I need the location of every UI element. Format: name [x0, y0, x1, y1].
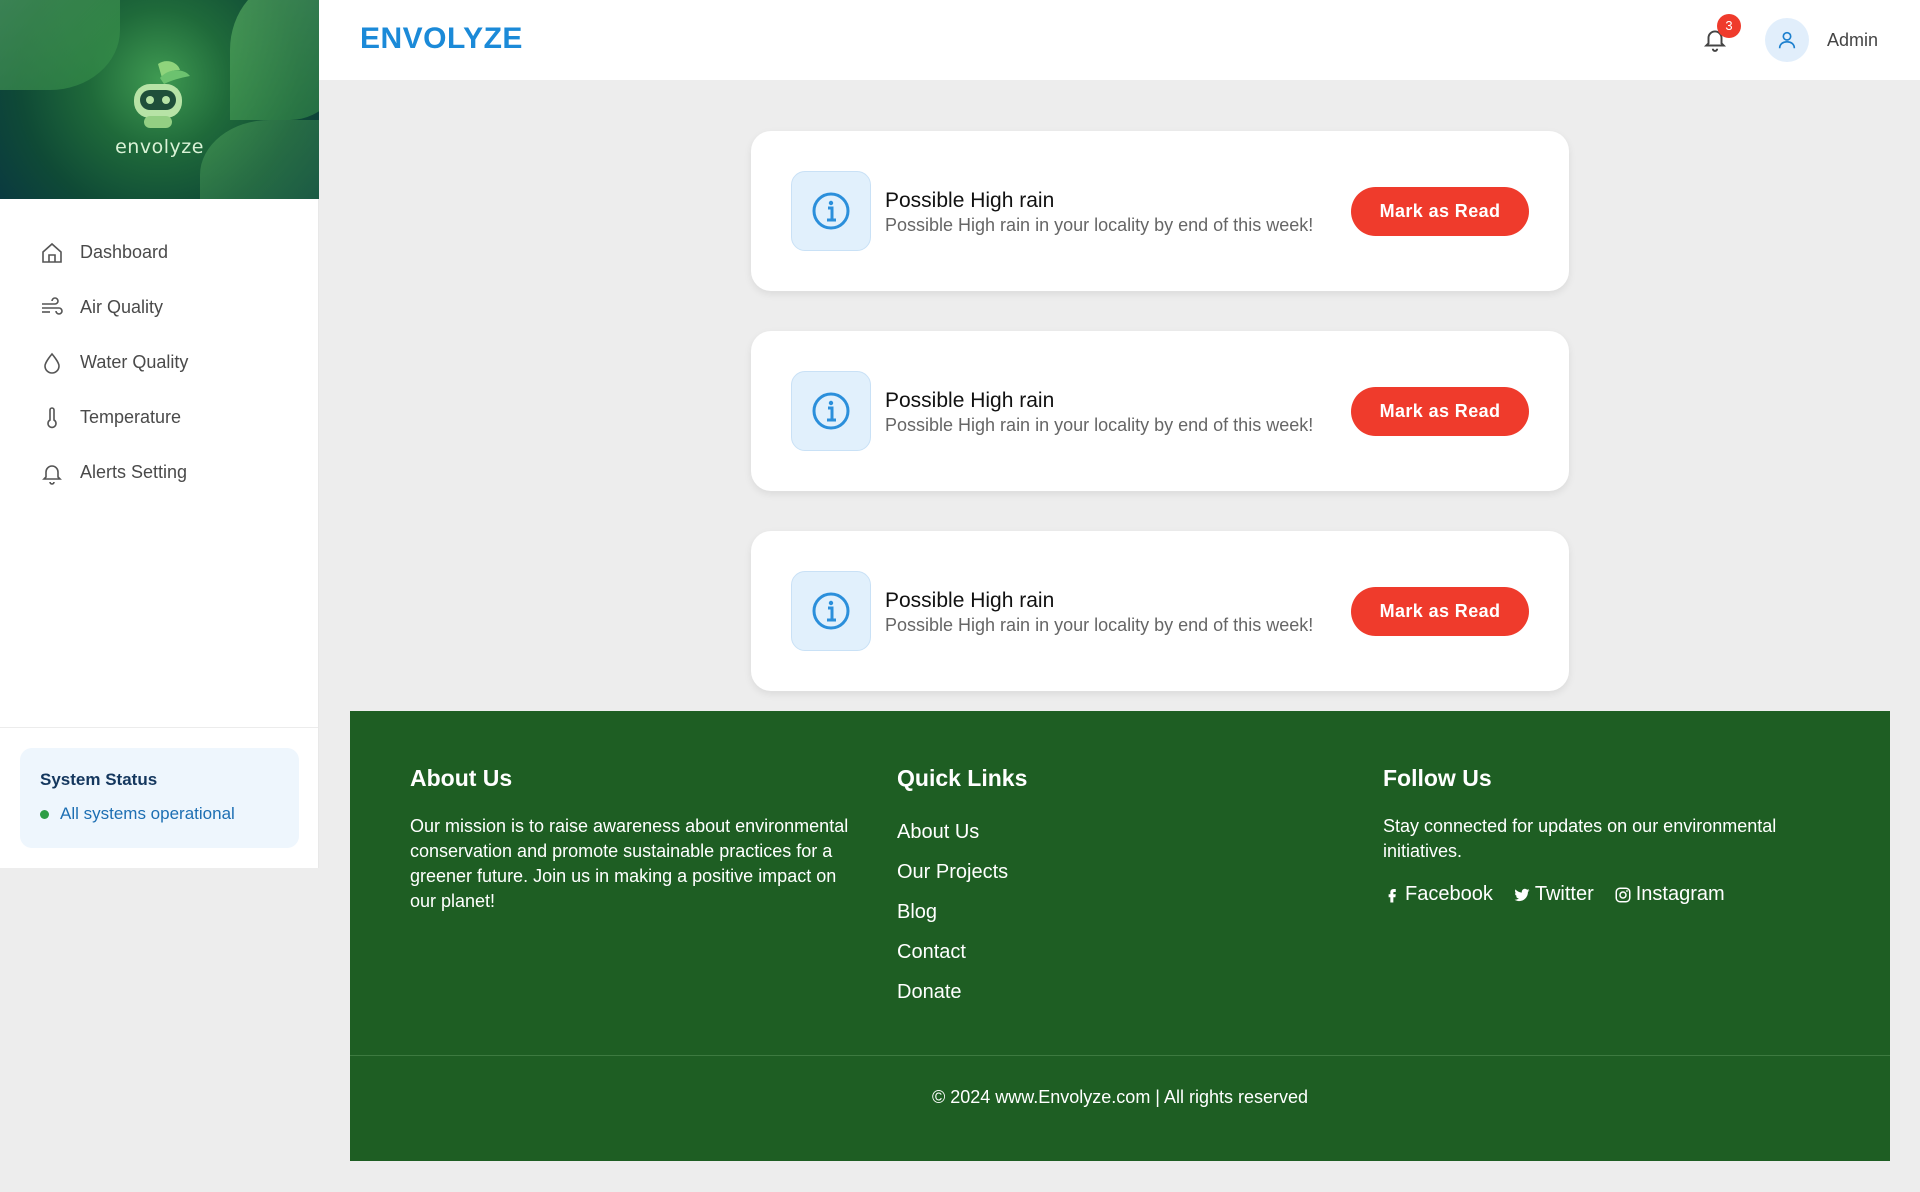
alert-card: Possible High rain Possible High rain in… — [751, 531, 1569, 691]
brand-title[interactable]: ENVOLYZE — [360, 22, 523, 56]
sidebar-item-alerts-setting[interactable]: Alerts Setting — [0, 445, 318, 500]
footer: About Us Our mission is to raise awarene… — [350, 711, 1890, 1161]
sidebar-item-water-quality[interactable]: Water Quality — [0, 335, 318, 390]
system-status-text: All systems operational — [60, 804, 235, 823]
info-icon — [812, 192, 850, 230]
thermometer-icon — [47, 406, 57, 428]
alert-icon-box — [791, 371, 871, 451]
footer-quick-links: Quick Links About Us Our Projects Blog C… — [897, 765, 1297, 1012]
notification-count-badge: 3 — [1717, 14, 1741, 38]
alert-icon-box — [791, 171, 871, 251]
sidebar: envolyze Dashboard Air Quality Water Qua… — [0, 0, 319, 868]
facebook-label: Facebook — [1405, 883, 1493, 905]
alert-message: Possible High rain in your locality by e… — [885, 215, 1314, 235]
alert-title: Possible High rain — [885, 589, 1055, 612]
alert-message: Possible High rain in your locality by e… — [885, 415, 1314, 435]
sidebar-item-label: Temperature — [80, 407, 182, 427]
instagram-link[interactable]: Instagram — [1614, 883, 1725, 906]
footer-about-text: Our mission is to raise awareness about … — [410, 816, 849, 911]
info-icon — [812, 392, 850, 430]
twitter-link[interactable]: Twitter — [1513, 883, 1594, 906]
footer-link-our-projects[interactable]: Our Projects — [897, 852, 1297, 892]
twitter-label: Twitter — [1534, 883, 1594, 905]
alert-title: Possible High rain — [885, 389, 1055, 412]
avatar[interactable] — [1765, 18, 1809, 62]
wind-icon — [42, 296, 63, 315]
mark-as-read-button[interactable]: Mark as Read — [1351, 387, 1529, 436]
sidebar-item-label: Alerts Setting — [80, 462, 188, 482]
user-icon — [1778, 31, 1796, 49]
twitter-icon — [1514, 888, 1530, 901]
mark-as-read-button[interactable]: Mark as Read — [1351, 587, 1529, 636]
system-status-title: System Status — [40, 770, 158, 789]
footer-about: About Us Our mission is to raise awarene… — [410, 765, 850, 914]
footer-about-heading: About Us — [410, 765, 513, 791]
sidebar-item-dashboard[interactable]: Dashboard — [0, 225, 318, 280]
sidebar-divider — [0, 727, 318, 728]
sidebar-item-label: Water Quality — [80, 352, 189, 372]
footer-link-blog[interactable]: Blog — [897, 892, 1297, 932]
instagram-icon — [1615, 887, 1631, 902]
logo-text: envolyze — [115, 136, 204, 158]
bell-icon — [42, 464, 62, 485]
footer-divider — [350, 1055, 1890, 1056]
footer-follow: Follow Us Stay connected for updates on … — [1383, 765, 1823, 906]
home-icon — [42, 242, 62, 263]
logo-panel[interactable]: envolyze — [0, 0, 319, 199]
alert-title: Possible High rain — [885, 189, 1055, 212]
info-icon — [812, 592, 850, 630]
sidebar-item-label: Air Quality — [80, 297, 164, 317]
sidebar-item-temperature[interactable]: Temperature — [0, 390, 318, 445]
footer-link-about-us[interactable]: About Us — [897, 812, 1297, 852]
alert-message: Possible High rain in your locality by e… — [885, 615, 1314, 635]
sidebar-nav: Dashboard Air Quality Water Quality Temp… — [0, 225, 318, 500]
sidebar-item-label: Dashboard — [80, 242, 169, 262]
alert-card: Possible High rain Possible High rain in… — [751, 331, 1569, 491]
system-status-line: All systems operational — [40, 804, 279, 824]
social-links: Facebook Twitter Instagram — [1383, 883, 1823, 906]
alert-icon-box — [791, 571, 871, 651]
status-dot-icon — [40, 809, 49, 819]
facebook-icon — [1388, 888, 1396, 902]
footer-link-contact[interactable]: Contact — [897, 932, 1297, 972]
droplet-icon — [44, 352, 60, 374]
footer-follow-text: Stay connected for updates on our enviro… — [1383, 816, 1777, 861]
footer-follow-heading: Follow Us — [1383, 765, 1492, 791]
mark-as-read-button[interactable]: Mark as Read — [1351, 187, 1529, 236]
copyright-text: © 2024 www.Envolyze.com | All rights res… — [931, 1087, 1309, 1107]
robot-logo-icon — [134, 61, 190, 128]
sidebar-item-air-quality[interactable]: Air Quality — [0, 280, 318, 335]
alert-card: Possible High rain Possible High rain in… — [751, 131, 1569, 291]
system-status-card: System Status All systems operational — [20, 748, 299, 848]
footer-link-donate[interactable]: Donate — [897, 972, 1297, 1012]
top-header: ENVOLYZE 3 Admin — [319, 0, 1920, 80]
user-name[interactable]: Admin — [1827, 30, 1878, 51]
facebook-link[interactable]: Facebook — [1383, 883, 1493, 906]
instagram-label: Instagram — [1635, 883, 1725, 905]
footer-quick-links-heading: Quick Links — [897, 765, 1028, 791]
